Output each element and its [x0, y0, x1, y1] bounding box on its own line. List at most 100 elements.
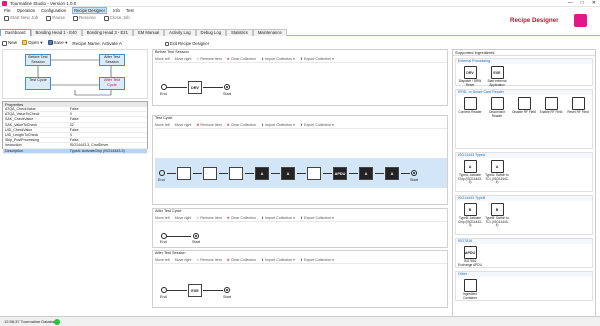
tab-bonding-head-3[interactable]: Bonding Head 3 - E21 — [81, 29, 133, 36]
tab-debug-log[interactable]: Debug Log — [195, 29, 227, 36]
export-collection-button[interactable]: ⬆ Export Collection ▾ — [300, 123, 334, 127]
minimize-button[interactable]: — — [568, 0, 573, 6]
pause-button[interactable]: Pause — [46, 15, 65, 21]
move-right-button[interactable]: Move right — [175, 57, 192, 61]
flow-after-cycle[interactable]: After Test Cycle — [99, 77, 125, 90]
cycle-node[interactable]: A — [281, 167, 295, 180]
ingredient-card[interactable]: EXE Start external Application — [485, 66, 509, 87]
close-job-button[interactable]: Close Job — [103, 15, 130, 21]
cycle-node[interactable]: APDU — [333, 167, 347, 180]
close-button[interactable]: ✕ — [592, 0, 596, 6]
clear-collection-button[interactable]: ✕ Clear Collection — [227, 123, 256, 127]
remove-label: Remove Item — [200, 257, 222, 262]
start-circle-icon — [193, 233, 199, 239]
import-collection-button[interactable]: ⬇ Import Collection ▾ — [261, 123, 295, 127]
clear-collection-button[interactable]: ✕ Clear Collection — [227, 258, 256, 262]
remove-item-button[interactable]: ✕ Remove Item — [196, 258, 221, 262]
start-circle-icon — [224, 287, 230, 293]
connector-arrow — [297, 173, 306, 174]
remove-item-button[interactable]: ✕ Remove Item — [196, 123, 221, 127]
cycle-node[interactable] — [307, 167, 321, 180]
ingredient-group: RFID- or Smart Card Reader Connect Reader… — [455, 89, 593, 149]
remove-icon: ✕ — [196, 56, 200, 61]
import-collection-button[interactable]: ⬇ Import Collection ▾ — [261, 216, 295, 220]
menu-configuration[interactable]: Configuration — [41, 8, 66, 13]
start-job-button[interactable]: Start New Job — [4, 15, 38, 21]
move-left-button[interactable]: Move left — [155, 216, 170, 220]
remove-item-button[interactable]: ✕ Remove Item — [196, 216, 221, 220]
tab-statistics[interactable]: Statistics — [226, 29, 253, 36]
tab-em-manual[interactable]: EM Manual — [132, 29, 165, 36]
node-dispatch[interactable]: DRV — [188, 81, 202, 94]
tab-bonding-head-1[interactable]: Bonding Head 1 - E40 — [30, 29, 82, 36]
exit-recipe-designer-button[interactable]: Exit Recipe Designer — [165, 41, 209, 46]
clear-collection-button[interactable]: ✕ Clear Collection — [227, 216, 256, 220]
ingredients-header: Supported Ingredients — [453, 50, 595, 56]
menu-info[interactable]: Info — [113, 8, 120, 13]
ingredient-card[interactable]: A TypeA: Activate Chip (ISO14443-3) — [458, 160, 482, 185]
ingredient-card[interactable]: DRV Dispatch / DRW Reset — [458, 66, 482, 87]
export-collection-button[interactable]: ⬆ Export Collection ▾ — [300, 216, 334, 220]
export-collection-button[interactable]: ⬆ Export Collection ▾ — [300, 57, 334, 61]
flow-after-session[interactable]: After Test Session — [99, 54, 125, 66]
import-collection-button[interactable]: ⬇ Import Collection ▾ — [261, 57, 295, 61]
cycle-node[interactable] — [229, 167, 243, 180]
menu-file[interactable]: File — [4, 8, 11, 13]
tab-activity-log[interactable]: Activity Log — [164, 29, 196, 36]
move-right-button[interactable]: Move right — [175, 123, 192, 127]
property-value[interactable]: TypeA: ActivateChip (ISO14443-3) — [67, 148, 147, 154]
properties-table: ATQA_CheckValue False ATQA_ValueToCheck 0 SA… — [3, 107, 147, 154]
cycle-node[interactable] — [203, 167, 217, 180]
ingredient-card[interactable]: Connect Reader — [458, 97, 482, 115]
ingredient-card[interactable]: Reset RF Field — [566, 97, 590, 115]
cycle-node[interactable]: A — [255, 167, 269, 180]
ingredients-panel: Supported Ingredients External Processin… — [452, 49, 596, 321]
open-button[interactable]: Open ▾ — [22, 40, 43, 46]
new-button[interactable]: New — [2, 40, 17, 46]
move-left-button[interactable]: Move left — [155, 123, 170, 127]
flow-test-cycle[interactable]: Test Cycle — [25, 77, 51, 90]
connector-arrow — [167, 290, 187, 291]
ingredient-card[interactable]: Ingredient Container — [458, 279, 482, 300]
ingredient-card[interactable]: Disable RF Field — [512, 97, 536, 115]
move-left-button[interactable]: Move left — [155, 258, 170, 262]
connector-arrow — [219, 173, 228, 174]
remove-item-button[interactable]: ✕ Remove Item — [196, 57, 221, 61]
remove-label: Remove Item — [200, 215, 222, 220]
lane-start-label: End — [160, 295, 167, 299]
cycle-node[interactable] — [177, 167, 191, 180]
menu-bar: File Operation Configuration Recipe Desi… — [0, 7, 600, 14]
ingredient-card[interactable]: B TypeB: Switch to TCL (ISO14443-4) — [485, 203, 509, 228]
cycle-node[interactable]: A — [385, 167, 399, 180]
ingredient-card[interactable]: Disconnect Reader — [485, 97, 509, 118]
resume-button[interactable]: Resume — [73, 15, 96, 21]
ingredient-label: Dispatch / DRW Reset — [458, 79, 482, 87]
sequence-lane: End A A APDU A A Start — [155, 158, 447, 188]
maximize-button[interactable]: □ — [581, 0, 584, 6]
sequence-after-session: After Test Session Move left Move right … — [152, 250, 448, 308]
move-right-button[interactable]: Move right — [175, 216, 192, 220]
move-right-button[interactable]: Move right — [175, 258, 192, 262]
property-row[interactable]: Description TypeA: ActivateChip (ISO14443… — [3, 148, 147, 154]
ingredient-card[interactable]: A TypeA: Switch to TCL (ISO14443-4) — [485, 160, 509, 185]
ingredient-card[interactable]: APDU ISO7816 Exchange APDU — [458, 246, 482, 267]
flow-before-session[interactable]: Before Test Session — [25, 54, 51, 66]
move-left-button[interactable]: Move left — [155, 57, 170, 61]
ingredient-card[interactable]: Enable RF Field — [539, 97, 563, 115]
end-circle-icon — [159, 170, 165, 176]
ingredient-label: Enable RF Field — [539, 110, 563, 114]
export-label: Export Collection — [303, 215, 332, 220]
export-collection-button[interactable]: ⬆ Export Collection ▾ — [300, 258, 334, 262]
node-start-external[interactable]: EXE — [188, 284, 202, 297]
ingredient-card[interactable]: B TypeB: Activate Chip (ISO14443-3) — [458, 203, 482, 228]
menu-recipe-designer[interactable]: Recipe Designer — [72, 7, 108, 14]
tab-dashboard[interactable]: Dashboard — [0, 29, 31, 36]
import-collection-button[interactable]: ⬇ Import Collection ▾ — [261, 258, 295, 262]
save-button[interactable]: Save ▾ — [47, 40, 67, 46]
clear-collection-button[interactable]: ✕ Clear Collection — [227, 57, 256, 61]
cycle-node[interactable]: A — [359, 167, 373, 180]
ingredient-icon — [490, 97, 504, 110]
menu-operation[interactable]: Operation — [17, 8, 35, 13]
menu-test[interactable]: Test — [126, 8, 134, 13]
tab-maintenance[interactable]: Maintenance — [252, 29, 287, 36]
